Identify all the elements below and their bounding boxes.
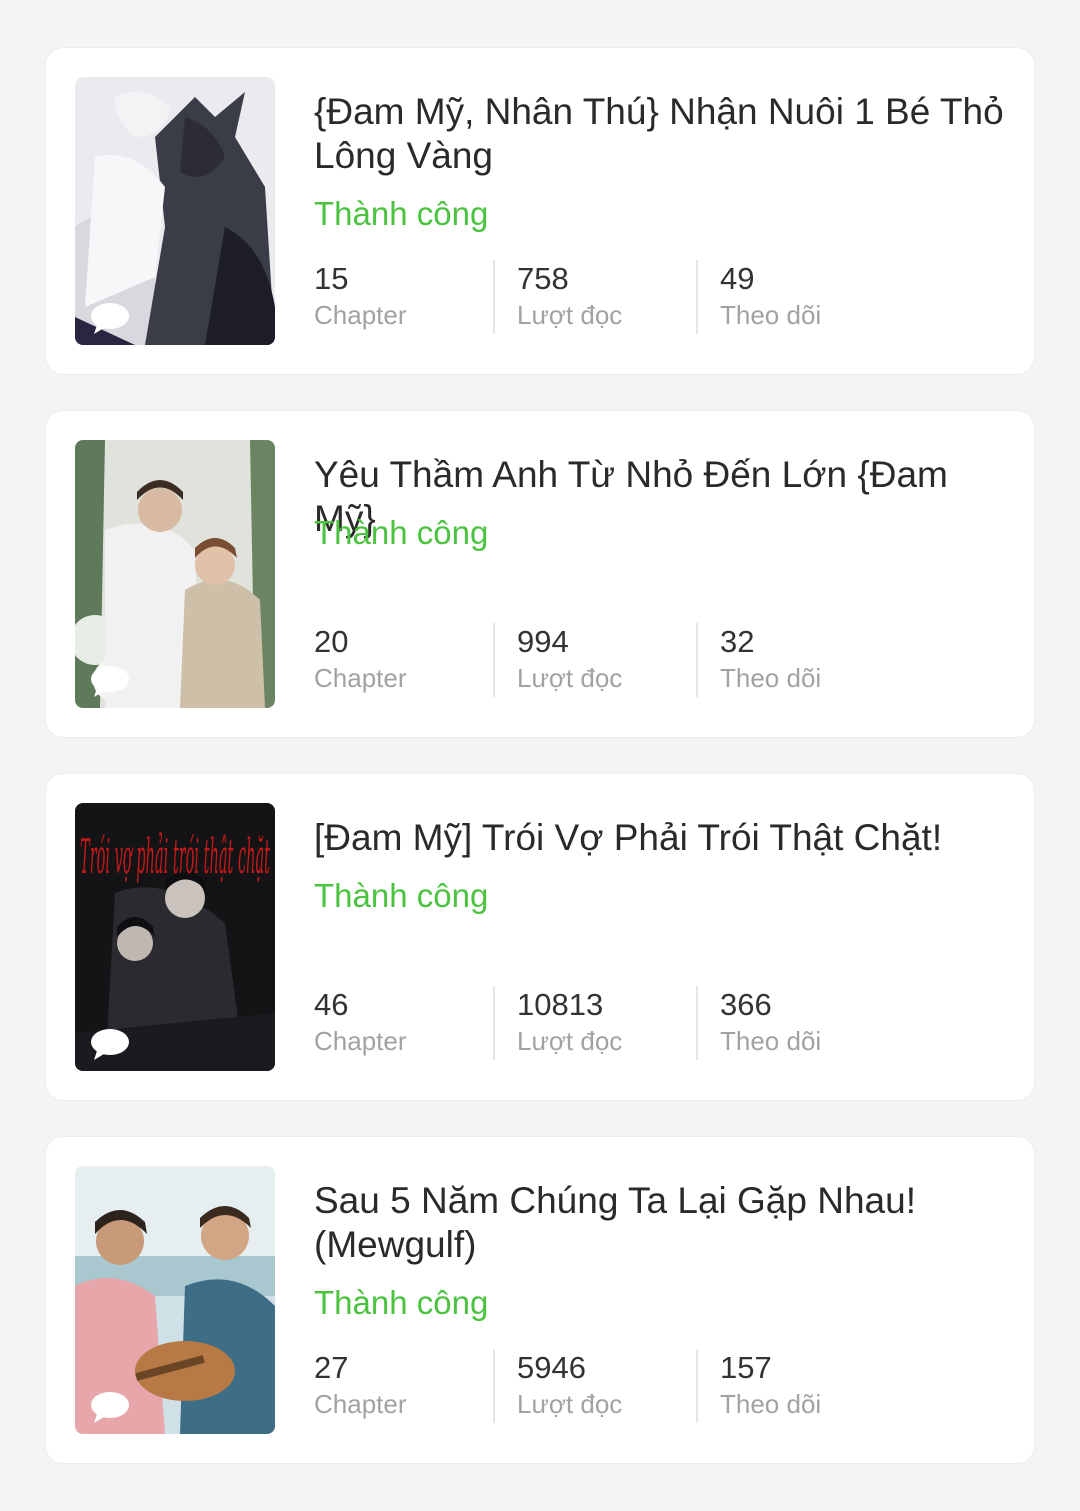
read-count-label: Lượt đọc	[517, 300, 623, 330]
chapter-count: 15 Chapter	[314, 260, 514, 336]
follow-count-value: 32	[720, 624, 755, 659]
chapter-count: 46 Chapter	[314, 986, 514, 1062]
story-cover[interactable]: Trói vợ phải trói thật chặt	[75, 803, 275, 1071]
read-count: 5946 Lượt đọc	[517, 1349, 717, 1425]
story-stats: 27 Chapter 5946 Lượt đọc 157 Theo dõi	[314, 1349, 924, 1425]
follow-count-value: 49	[720, 261, 755, 296]
story-title[interactable]: [Đam Mỹ] Trói Vợ Phải Trói Thật Chặt!	[314, 816, 1014, 860]
story-stats: 15 Chapter 758 Lượt đọc 49 Theo dõi	[314, 260, 924, 336]
stat-divider	[493, 623, 495, 697]
cover-title-line: Trói vợ phải trói thật chặt	[80, 829, 270, 885]
stat-divider	[493, 260, 495, 334]
read-count-value: 5946	[517, 1350, 586, 1385]
chapter-count: 27 Chapter	[314, 1349, 514, 1425]
story-status: Thành công	[314, 877, 489, 914]
read-count-value: 10813	[517, 987, 604, 1022]
read-count: 994 Lượt đọc	[517, 623, 717, 699]
read-count-label: Lượt đọc	[517, 1026, 623, 1056]
chapter-count-label: Chapter	[314, 663, 407, 693]
story-card[interactable]: Sau 5 Năm Chúng Ta Lại Gặp Nhau! (Mewgul…	[45, 1136, 1035, 1464]
story-stats: 20 Chapter 994 Lượt đọc 32 Theo dõi	[314, 623, 924, 699]
chapter-count-value: 20	[314, 624, 349, 659]
follow-count-value: 366	[720, 987, 772, 1022]
story-card[interactable]: {Đam Mỹ, Nhân Thú} Nhận Nuôi 1 Bé Thỏ Lô…	[45, 47, 1035, 375]
follow-count-label: Theo dõi	[720, 300, 822, 330]
follow-count-label: Theo dõi	[720, 663, 822, 693]
comment-bubble-icon	[91, 303, 129, 334]
follow-count: 32 Theo dõi	[720, 623, 920, 699]
story-title[interactable]: Sau 5 Năm Chúng Ta Lại Gặp Nhau! (Mewgul…	[314, 1179, 1014, 1267]
story-stats: 46 Chapter 10813 Lượt đọc 366 Theo dõi	[314, 986, 924, 1062]
story-cover[interactable]	[75, 440, 275, 708]
stat-divider	[696, 623, 698, 697]
read-count: 10813 Lượt đọc	[517, 986, 717, 1062]
story-card[interactable]: Trói vợ phải trói thật chặt [Đam Mỹ] Tró…	[45, 773, 1035, 1101]
read-count-value: 994	[517, 624, 569, 659]
chapter-count-label: Chapter	[314, 1026, 407, 1056]
story-status: Thành công	[314, 1284, 489, 1321]
stat-divider	[696, 1349, 698, 1423]
follow-count: 49 Theo dõi	[720, 260, 920, 336]
read-count-value: 758	[517, 261, 569, 296]
chapter-count-value: 46	[314, 987, 349, 1022]
story-status: Thành công	[314, 195, 489, 232]
stat-divider	[493, 1349, 495, 1423]
story-cover[interactable]	[75, 77, 275, 345]
comment-bubble-icon	[91, 1029, 129, 1060]
follow-count: 366 Theo dõi	[720, 986, 920, 1062]
follow-count-label: Theo dõi	[720, 1026, 822, 1056]
follow-count-label: Theo dõi	[720, 1389, 822, 1419]
chapter-count-label: Chapter	[314, 1389, 407, 1419]
stat-divider	[696, 986, 698, 1060]
chapter-count-value: 27	[314, 1350, 349, 1385]
follow-count-value: 157	[720, 1350, 772, 1385]
stat-divider	[696, 260, 698, 334]
read-count-label: Lượt đọc	[517, 1389, 623, 1419]
follow-count: 157 Theo dõi	[720, 1349, 920, 1425]
story-card[interactable]: Yêu Thầm Anh Từ Nhỏ Đến Lớn {Đam Mỹ} Thà…	[45, 410, 1035, 738]
comment-bubble-icon	[91, 666, 129, 697]
read-count-label: Lượt đọc	[517, 663, 623, 693]
read-count: 758 Lượt đọc	[517, 260, 717, 336]
chapter-count-label: Chapter	[314, 300, 407, 330]
chapter-count: 20 Chapter	[314, 623, 514, 699]
story-title[interactable]: {Đam Mỹ, Nhân Thú} Nhận Nuôi 1 Bé Thỏ Lô…	[314, 90, 1014, 178]
story-cover[interactable]	[75, 1166, 275, 1434]
story-status: Thành công	[314, 514, 489, 551]
stat-divider	[493, 986, 495, 1060]
chapter-count-value: 15	[314, 261, 349, 296]
comment-bubble-icon	[91, 1392, 129, 1423]
